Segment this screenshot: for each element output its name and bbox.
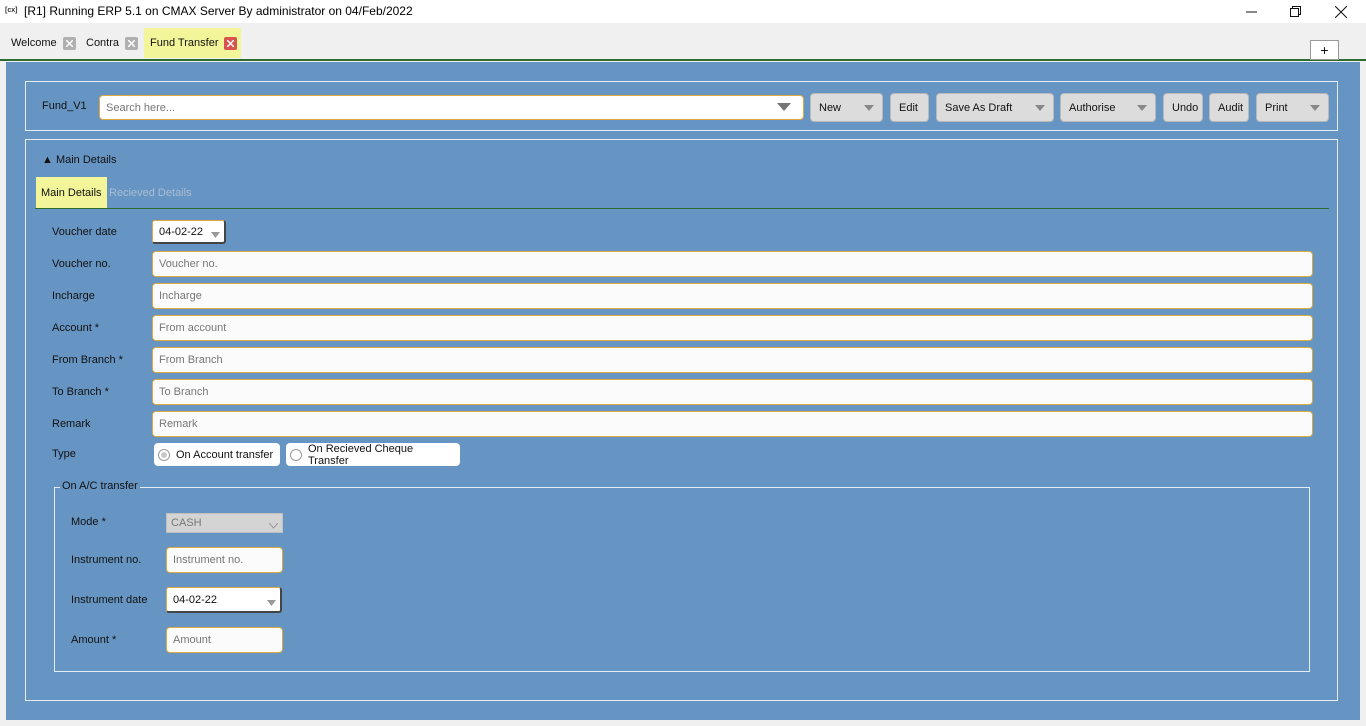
- chevron-down-icon: [1310, 102, 1320, 114]
- amount-field[interactable]: [166, 627, 283, 653]
- tab-label: Welcome: [11, 37, 57, 49]
- instrument-date-label: Instrument date: [71, 594, 148, 606]
- chevron-down-icon: [1137, 102, 1147, 114]
- new-button[interactable]: New: [810, 93, 883, 122]
- account-label: Account *: [52, 322, 100, 334]
- tab-main-details[interactable]: Main Details: [36, 177, 107, 208]
- tab-fund-transfer[interactable]: Fund Transfer: [144, 28, 242, 58]
- voucher-date-value: 04-02-22: [159, 225, 204, 238]
- remark-label: Remark: [52, 418, 91, 430]
- chevron-down-icon: [267, 597, 276, 606]
- instrument-date-picker[interactable]: 04-02-22: [166, 587, 282, 613]
- radio-checked-icon: [158, 448, 170, 461]
- window-title: [R1] Running ERP 5.1 on CMAX Server By a…: [24, 4, 413, 18]
- tab-label: Fund Transfer: [150, 37, 219, 49]
- radio-label: On Account transfer: [176, 448, 274, 461]
- undo-button[interactable]: Undo: [1163, 93, 1203, 122]
- window-titlebar: [cx] [R1] Running ERP 5.1 on CMAX Server…: [0, 0, 1366, 23]
- chevron-down-icon[interactable]: [777, 102, 791, 112]
- audit-button[interactable]: Audit: [1209, 93, 1249, 122]
- authorise-button[interactable]: Authorise: [1060, 93, 1156, 122]
- undo-label: Undo: [1172, 101, 1199, 114]
- minimize-icon[interactable]: [1228, 0, 1274, 23]
- voucher-no-field[interactable]: [152, 251, 1313, 277]
- chevron-down-icon: [211, 229, 220, 238]
- instrument-no-field[interactable]: [166, 547, 283, 573]
- ac-transfer-legend: On A/C transfer: [60, 480, 140, 492]
- chevron-down-icon: [864, 102, 874, 114]
- subtab-divider: [35, 208, 1329, 209]
- radio-unchecked-icon: [290, 448, 302, 461]
- close-tab-icon[interactable]: [125, 36, 139, 50]
- voucher-no-label: Voucher no.: [52, 258, 111, 270]
- voucher-date-label: Voucher date: [52, 226, 117, 238]
- to-branch-label: To Branch *: [52, 386, 109, 398]
- chevron-down-icon: [268, 520, 279, 532]
- to-branch-field[interactable]: [152, 379, 1313, 405]
- edit-button[interactable]: Edit: [890, 93, 929, 122]
- mode-select[interactable]: CASH: [166, 513, 283, 533]
- close-tab-icon[interactable]: [62, 36, 76, 50]
- form-name-label: Fund_V1: [42, 100, 87, 112]
- restore-icon[interactable]: [1272, 0, 1318, 23]
- close-tab-icon[interactable]: [224, 36, 238, 50]
- section-collapse-toggle[interactable]: ▲ Main Details: [42, 154, 116, 166]
- type-label: Type: [52, 448, 76, 460]
- save-as-draft-label: Save As Draft: [945, 101, 1013, 114]
- print-label: Print: [1265, 101, 1288, 114]
- app-icon: [cx]: [5, 7, 18, 14]
- from-branch-label: From Branch *: [52, 354, 123, 366]
- instrument-date-value: 04-02-22: [173, 593, 218, 606]
- mode-label: Mode *: [71, 516, 106, 528]
- add-tab-button[interactable]: +: [1310, 40, 1339, 60]
- instrument-no-label: Instrument no.: [71, 554, 142, 566]
- close-window-icon[interactable]: [1318, 0, 1364, 23]
- radio-on-account-transfer[interactable]: On Account transfer: [154, 443, 280, 466]
- radio-label: On Recieved Cheque Transfer: [307, 442, 414, 467]
- tab-label: Contra: [86, 37, 120, 49]
- tab-welcome[interactable]: Welcome: [5, 28, 80, 58]
- incharge-label: Incharge: [52, 290, 95, 302]
- audit-label: Audit: [1218, 101, 1244, 114]
- remark-field[interactable]: [152, 411, 1313, 437]
- account-field[interactable]: [152, 315, 1313, 341]
- edit-button-label: Edit: [899, 101, 918, 114]
- print-button[interactable]: Print: [1256, 93, 1329, 122]
- tab-received-details[interactable]: Recieved Details: [104, 177, 197, 208]
- authorise-label: Authorise: [1069, 101, 1116, 114]
- mode-value: CASH: [171, 517, 202, 529]
- search-input[interactable]: [99, 95, 804, 120]
- save-as-draft-button[interactable]: Save As Draft: [936, 93, 1054, 122]
- from-branch-field[interactable]: [152, 347, 1313, 373]
- incharge-field[interactable]: [152, 283, 1313, 309]
- voucher-date-picker[interactable]: 04-02-22: [152, 220, 226, 244]
- radio-on-received-cheque-transfer[interactable]: On Recieved Cheque Transfer: [286, 442, 460, 467]
- chevron-down-icon: [1035, 102, 1045, 114]
- tab-contra[interactable]: Contra: [80, 28, 142, 58]
- amount-label: Amount *: [71, 634, 117, 646]
- new-button-label: New: [819, 101, 842, 114]
